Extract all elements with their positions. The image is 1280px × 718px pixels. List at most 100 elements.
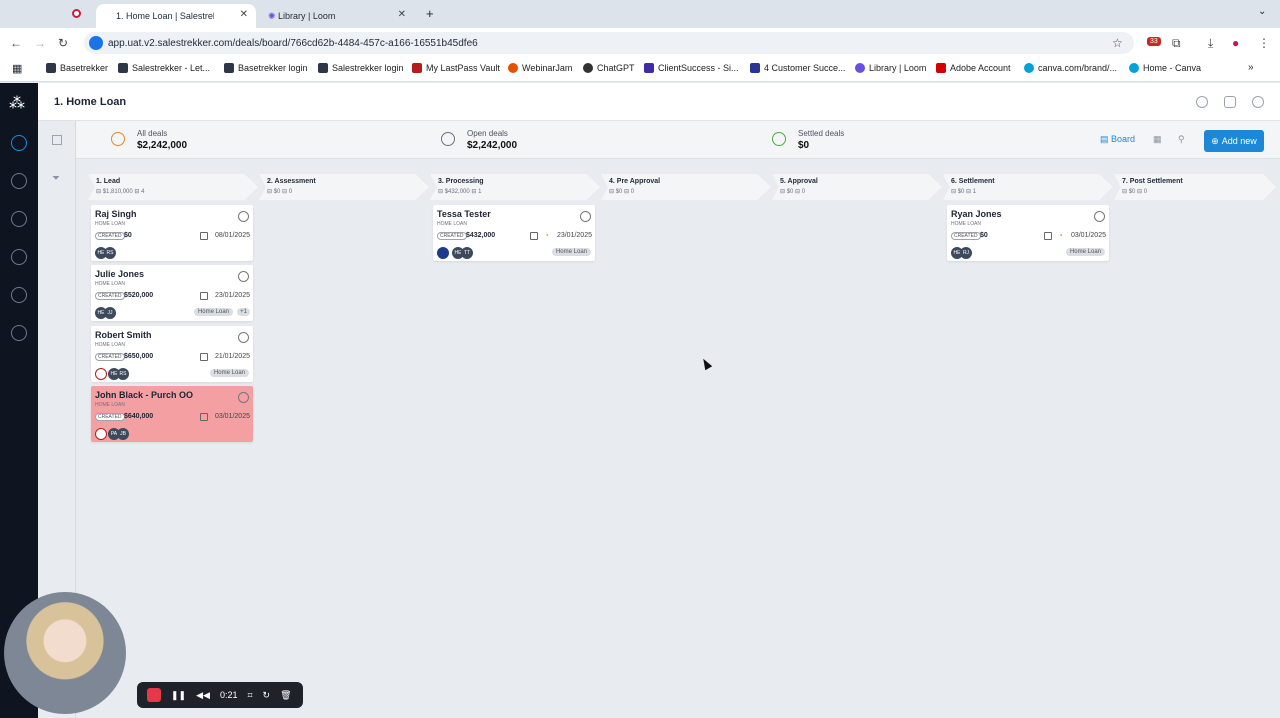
extensions-badge[interactable]: 33 bbox=[1147, 37, 1161, 46]
add-new-button[interactable]: ⊕ Add new bbox=[1204, 130, 1264, 152]
stop-recording-button[interactable] bbox=[147, 688, 161, 702]
column-header[interactable]: 1. Lead ⊟ $1,810,000 ⊟ 4 bbox=[88, 174, 258, 200]
bookmark-item[interactable]: ChatGPT bbox=[583, 63, 635, 73]
restart-icon[interactable]: ↻ bbox=[263, 690, 271, 701]
new-tab-button[interactable]: + bbox=[426, 6, 434, 21]
bookmark-item[interactable]: Salestrekker login bbox=[318, 63, 404, 73]
bookmark-item[interactable]: My LastPass Vault bbox=[412, 63, 500, 73]
more-tags-badge[interactable]: +1 bbox=[237, 308, 250, 316]
grid-icon[interactable]: ⌗ bbox=[247, 690, 252, 701]
deal-name[interactable]: Ryan Jones bbox=[951, 209, 1002, 219]
webcam-bubble[interactable] bbox=[4, 592, 126, 714]
search-icon[interactable] bbox=[1196, 96, 1208, 108]
recording-controls: ❚❚ ◀◀ 0:21 ⌗ ↻ 🗑 bbox=[137, 682, 303, 708]
list-view-icon[interactable] bbox=[52, 135, 62, 145]
avatar[interactable]: RS bbox=[104, 247, 116, 259]
star-icon[interactable]: ☆ bbox=[1112, 36, 1123, 50]
deal-name[interactable]: Raj Singh bbox=[95, 209, 137, 219]
board-label: Board bbox=[1111, 134, 1136, 144]
more-options-icon[interactable] bbox=[1094, 211, 1105, 222]
logo: ⁂ bbox=[9, 95, 25, 112]
more-options-icon[interactable] bbox=[238, 271, 249, 282]
user-filter-icon[interactable]: ⚲ bbox=[1178, 134, 1185, 145]
settings-icon[interactable] bbox=[11, 325, 27, 341]
bookmark-item[interactable]: Salestrekker - Let... bbox=[118, 63, 210, 73]
puzzle-icon[interactable]: ⧉ bbox=[1172, 36, 1181, 51]
avatar[interactable]: JJ bbox=[104, 307, 116, 319]
help-icon[interactable] bbox=[1252, 96, 1264, 108]
close-tab-icon[interactable]: ✕ bbox=[240, 9, 248, 20]
lender-logo-icon bbox=[437, 247, 449, 259]
avatar[interactable]: TT bbox=[461, 247, 473, 259]
trash-icon[interactable]: 🗑 bbox=[280, 690, 291, 701]
bookmark-item[interactable]: WebinarJam bbox=[508, 63, 572, 73]
column-header[interactable]: 5. Approval ⊟ $0 ⊟ 0 bbox=[772, 174, 942, 200]
deal-card[interactable]: John Black - Purch OO HOME LOAN CREATED … bbox=[91, 386, 253, 442]
deals-icon[interactable] bbox=[11, 135, 27, 151]
filter-icon[interactable]: ⏷ bbox=[52, 173, 60, 184]
deal-date: 03/01/2025 bbox=[1070, 232, 1106, 239]
site-info-icon[interactable] bbox=[89, 36, 103, 50]
deal-card[interactable]: Julie Jones HOME LOAN CREATED $520,000 2… bbox=[91, 265, 253, 321]
more-options-icon[interactable] bbox=[580, 211, 591, 222]
recording-icon[interactable] bbox=[72, 9, 81, 18]
deal-card[interactable]: Ryan Jones HOME LOAN CREATED $0 ◔ 03/01/… bbox=[947, 205, 1109, 261]
contacts-icon[interactable] bbox=[11, 211, 27, 227]
deal-name[interactable]: Tessa Tester bbox=[437, 209, 491, 219]
tab-library-loom[interactable]: ✺ Library | Loom ✕ bbox=[258, 4, 414, 28]
column-header[interactable]: 3. Processing ⊟ $432,000 ⊟ 1 bbox=[430, 174, 600, 200]
reports-icon[interactable] bbox=[11, 249, 27, 265]
avatar[interactable]: JB bbox=[117, 428, 129, 440]
plus-icon: ⊕ bbox=[1211, 135, 1219, 146]
forward-icon[interactable]: → bbox=[34, 36, 46, 50]
column-meta: ⊟ $0 ⊟ 0 bbox=[1122, 189, 1148, 195]
bookmark-item[interactable]: Adobe Account bbox=[936, 63, 1011, 73]
tasks-icon[interactable] bbox=[11, 173, 27, 189]
column-header[interactable]: 6. Settlement ⊟ $0 ⊟ 1 bbox=[943, 174, 1113, 200]
bookmark-item[interactable]: Basetrekker login bbox=[224, 63, 308, 73]
bookmark-item[interactable]: Home - Canva bbox=[1129, 63, 1201, 73]
bookmarks-bar: ▦ Basetrekker Salestrekker - Let... Base… bbox=[0, 58, 1280, 82]
column-header[interactable]: 7. Post Settlement ⊟ $0 ⊟ 0 bbox=[1114, 174, 1276, 200]
reload-icon[interactable]: ↻ bbox=[58, 36, 68, 50]
bookmark-item[interactable]: ClientSuccess - Si... bbox=[644, 63, 739, 73]
more-options-icon[interactable] bbox=[238, 392, 249, 403]
bookmark-item[interactable]: 4 Customer Succe... bbox=[750, 63, 846, 73]
back-icon[interactable]: ← bbox=[10, 36, 22, 50]
deal-name[interactable]: Robert Smith bbox=[95, 330, 152, 340]
deal-name[interactable]: John Black - Purch OO bbox=[95, 390, 193, 400]
avatar[interactable]: RJ bbox=[960, 247, 972, 259]
apps-icon[interactable]: ▦ bbox=[12, 62, 22, 75]
close-tab-icon[interactable]: ✕ bbox=[398, 9, 406, 20]
column-header[interactable]: 2. Assessment ⊟ $0 ⊟ 0 bbox=[259, 174, 429, 200]
bookmark-item[interactable]: canva.com/brand/... bbox=[1024, 63, 1117, 73]
more-bookmarks-icon[interactable]: » bbox=[1248, 62, 1254, 73]
tab-list-icon[interactable]: ⌄ bbox=[1258, 6, 1266, 17]
pause-icon[interactable]: ❚❚ bbox=[171, 690, 186, 701]
bookmark-item[interactable]: Library | Loom bbox=[855, 63, 926, 73]
column-meta: ⊟ $0 ⊟ 0 bbox=[267, 189, 293, 195]
bell-icon[interactable] bbox=[1224, 96, 1236, 108]
url-field[interactable]: app.uat.v2.salestrekker.com/deals/board/… bbox=[84, 32, 1134, 54]
rewind-icon[interactable]: ◀◀ bbox=[196, 690, 210, 701]
deal-name[interactable]: Julie Jones bbox=[95, 269, 144, 279]
tab-bar: 1. Home Loan | Salestrekk ✕ ✺ Library | … bbox=[0, 0, 1280, 28]
bookmark-item[interactable]: Basetrekker bbox=[46, 63, 108, 73]
tab-home-loan[interactable]: 1. Home Loan | Salestrekk ✕ bbox=[96, 4, 256, 28]
deal-card[interactable]: Raj Singh HOME LOAN CREATED $0 08/01/202… bbox=[91, 205, 253, 261]
column-header[interactable]: 4. Pre Approval ⊟ $0 ⊟ 0 bbox=[601, 174, 771, 200]
board-view-button[interactable]: ▤ Board bbox=[1100, 134, 1135, 145]
deal-card[interactable]: Tessa Tester HOME LOAN CREATED $432,000 … bbox=[433, 205, 595, 261]
more-options-icon[interactable] bbox=[238, 211, 249, 222]
add-new-label: Add new bbox=[1221, 136, 1257, 146]
table-view-icon[interactable]: ▦ bbox=[1153, 134, 1162, 145]
calendar-icon bbox=[200, 353, 208, 361]
deal-tag: Home Loan bbox=[551, 248, 591, 256]
avatar[interactable]: RS bbox=[117, 368, 129, 380]
avatar[interactable]: ● bbox=[1232, 36, 1239, 50]
deal-card[interactable]: Robert Smith HOME LOAN CREATED $650,000 … bbox=[91, 326, 253, 382]
menu-icon[interactable]: ⋮ bbox=[1258, 36, 1270, 50]
more-options-icon[interactable] bbox=[238, 332, 249, 343]
help-icon[interactable] bbox=[11, 287, 27, 303]
download-icon[interactable]: ⤓ bbox=[1208, 36, 1213, 51]
